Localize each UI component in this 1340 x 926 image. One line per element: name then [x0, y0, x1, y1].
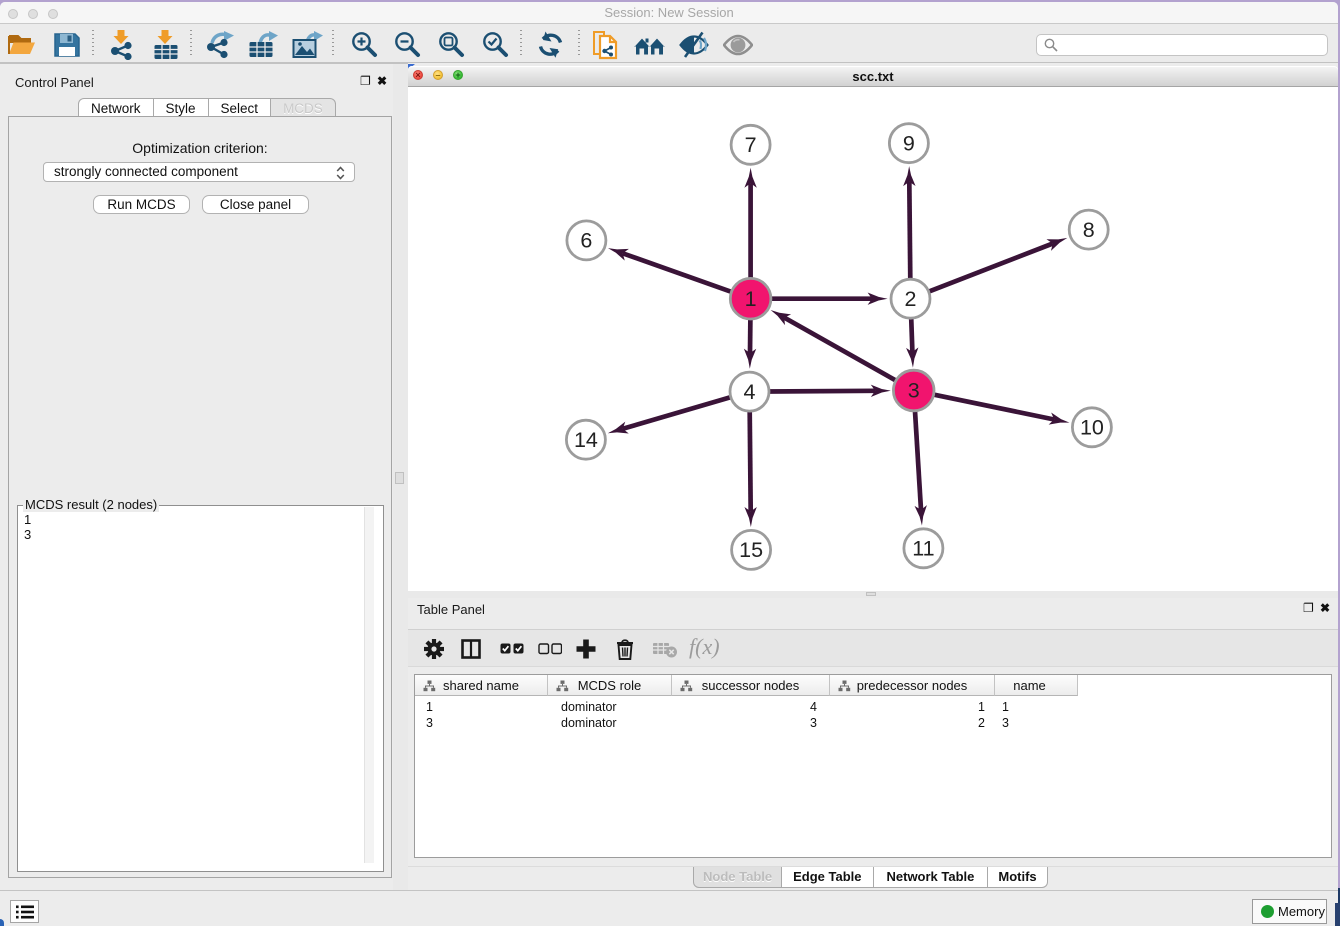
- svg-text:3: 3: [908, 379, 920, 403]
- svg-text:14: 14: [574, 428, 598, 452]
- svg-text:6: 6: [580, 229, 592, 253]
- svg-text:4: 4: [744, 380, 756, 404]
- svg-text:8: 8: [1083, 218, 1095, 242]
- svg-text:9: 9: [903, 131, 915, 155]
- svg-text:7: 7: [745, 133, 757, 157]
- svg-text:2: 2: [905, 287, 917, 311]
- svg-text:15: 15: [739, 538, 763, 562]
- svg-text:10: 10: [1080, 416, 1104, 440]
- svg-text:11: 11: [912, 537, 934, 561]
- svg-text:1: 1: [745, 287, 757, 311]
